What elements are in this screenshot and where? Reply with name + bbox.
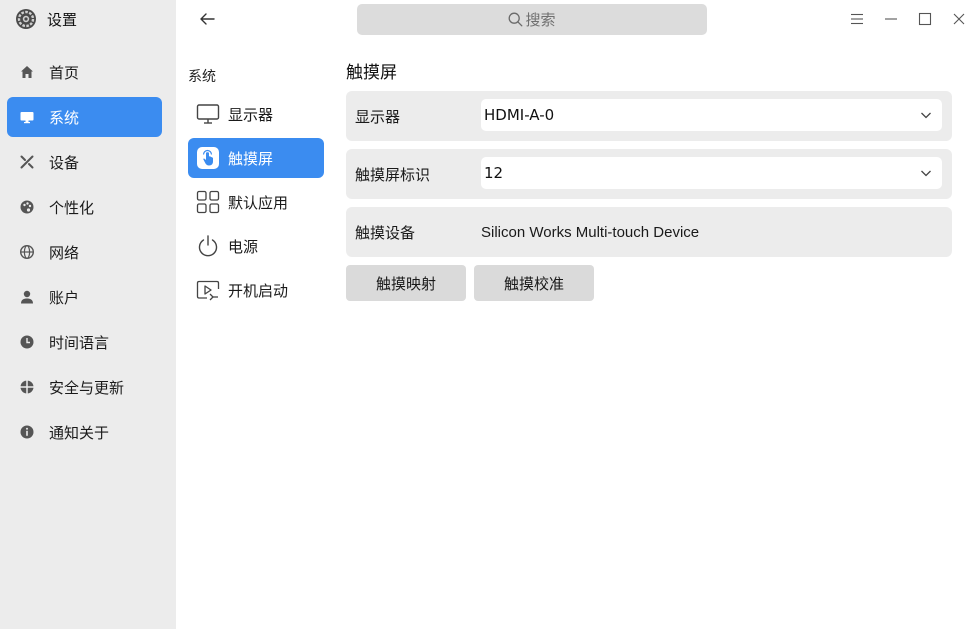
arrow-left-icon xyxy=(200,13,215,25)
subnav-item-default-apps[interactable]: 默认应用 xyxy=(188,182,324,222)
display-icon xyxy=(196,102,220,126)
menu-button[interactable] xyxy=(846,8,868,30)
touch-device-label: 触摸设备 xyxy=(355,223,416,242)
chevron-down-icon xyxy=(921,170,931,177)
close-icon xyxy=(953,13,965,25)
sidebar-item-label: 首页 xyxy=(49,63,80,82)
sidebar-item-personalization[interactable]: 个性化 xyxy=(7,187,162,227)
display-label: 显示器 xyxy=(355,107,401,126)
minimize-button[interactable] xyxy=(880,8,902,30)
globe-icon xyxy=(19,244,35,260)
search-icon xyxy=(509,12,523,27)
sidebar-item-devices[interactable]: 设备 xyxy=(7,142,162,182)
minimize-icon xyxy=(885,18,897,20)
touch-id-select[interactable]: 12 xyxy=(481,157,942,189)
hamburger-menu-icon xyxy=(851,13,863,25)
subnav-item-label: 显示器 xyxy=(228,105,274,124)
chevron-down-icon xyxy=(921,112,931,119)
touch-mapping-button[interactable]: 触摸映射 xyxy=(346,265,466,301)
subnav-item-label: 开机启动 xyxy=(228,281,289,300)
maximize-icon xyxy=(918,12,932,26)
subnav-item-label: 默认应用 xyxy=(228,193,289,212)
sidebar-item-network[interactable]: 网络 xyxy=(7,232,162,272)
touch-calibrate-button[interactable]: 触摸校准 xyxy=(474,265,594,301)
apps-grid-icon xyxy=(196,190,220,214)
sidebar-item-label: 系统 xyxy=(49,108,80,127)
sidebar-item-home[interactable]: 首页 xyxy=(7,52,162,92)
app-title-bar: 设置 xyxy=(15,6,77,32)
subnav-item-touchscreen[interactable]: 触摸屏 xyxy=(188,138,324,178)
search-placeholder: 搜索 xyxy=(525,11,556,29)
clock-icon xyxy=(19,334,35,350)
info-icon xyxy=(19,424,35,440)
autostart-icon xyxy=(196,278,220,302)
touch-id-select-value: 12 xyxy=(484,164,504,182)
back-button[interactable] xyxy=(196,8,218,30)
settings-gear-icon xyxy=(16,9,36,29)
subnav-item-display[interactable]: 显示器 xyxy=(188,94,324,134)
sidebar-item-label: 账户 xyxy=(49,288,80,307)
sidebar-item-label: 时间语言 xyxy=(49,333,110,352)
touch-device-value: Silicon Works Multi-touch Device xyxy=(481,223,700,241)
sidebar-item-label: 安全与更新 xyxy=(49,378,125,397)
sidebar-item-system[interactable]: 系统 xyxy=(7,97,162,137)
sidebar-item-label: 网络 xyxy=(49,243,80,262)
sidebar-item-time-language[interactable]: 时间语言 xyxy=(7,322,162,362)
close-button[interactable] xyxy=(948,8,970,30)
maximize-button[interactable] xyxy=(914,8,936,30)
sidebar-item-accounts[interactable]: 账户 xyxy=(7,277,162,317)
home-icon xyxy=(19,64,35,80)
touch-id-row: 触摸屏标识 12 xyxy=(346,149,952,199)
touch-id-label: 触摸屏标识 xyxy=(355,165,431,184)
touch-icon xyxy=(196,146,220,170)
page-title: 触摸屏 xyxy=(346,63,397,83)
sidebar-item-label: 通知关于 xyxy=(49,423,110,442)
subnav-item-power[interactable]: 电源 xyxy=(188,226,324,266)
sidebar-item-notifications-about[interactable]: 通知关于 xyxy=(7,412,162,452)
user-icon xyxy=(19,289,35,305)
touch-device-row: 触摸设备 Silicon Works Multi-touch Device xyxy=(346,207,952,257)
search-input[interactable]: 搜索 xyxy=(357,4,707,35)
shield-icon xyxy=(19,379,35,395)
monitor-icon xyxy=(19,109,35,125)
app-title: 设置 xyxy=(47,10,78,29)
sidebar-item-security-update[interactable]: 安全与更新 xyxy=(7,367,162,407)
subnav-item-label: 电源 xyxy=(228,237,259,256)
display-row: 显示器 HDMI-A-0 xyxy=(346,91,952,141)
sidebar-item-label: 设备 xyxy=(49,153,80,172)
display-select[interactable]: HDMI-A-0 xyxy=(481,99,942,131)
power-icon xyxy=(196,234,220,258)
sidebar-item-label: 个性化 xyxy=(49,198,95,217)
subnav-item-autostart[interactable]: 开机启动 xyxy=(188,270,324,310)
display-select-value: HDMI-A-0 xyxy=(484,106,555,124)
subnav-item-label: 触摸屏 xyxy=(228,149,274,168)
tools-icon xyxy=(19,154,35,170)
sidebar: 设置 首页 系统 设备 个性化 网络 账户 时间语言 安全与更新 通知关于 xyxy=(0,0,176,629)
section-heading: 系统 xyxy=(188,69,216,85)
palette-icon xyxy=(19,199,35,215)
